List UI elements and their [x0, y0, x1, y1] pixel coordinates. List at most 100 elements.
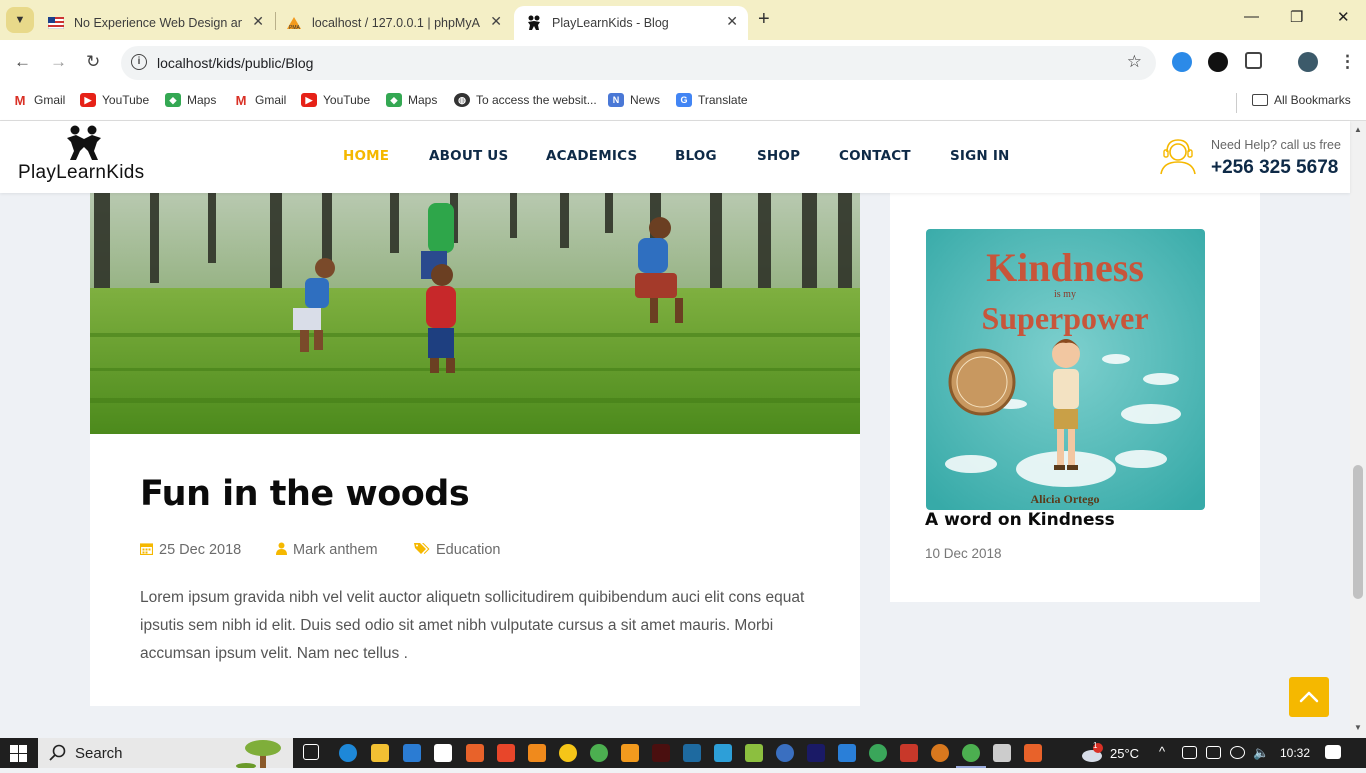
nav-blog[interactable]: BLOG: [675, 148, 717, 164]
app-red-icon[interactable]: [900, 744, 918, 762]
illustrator-icon[interactable]: [652, 744, 670, 762]
page-scrollbar[interactable]: ▲ ▼: [1350, 121, 1366, 738]
scroll-down-arrow-icon[interactable]: ▼: [1354, 723, 1362, 732]
site-info-icon[interactable]: i: [131, 54, 147, 70]
nav-contact[interactable]: CONTACT: [839, 148, 911, 164]
new-tab-button[interactable]: +: [758, 8, 770, 31]
bookmark-gmail[interactable]: M Gmail: [12, 92, 66, 108]
taskbar-search-label: Search: [75, 745, 123, 762]
meet-icon[interactable]: [1230, 746, 1245, 759]
nav-home[interactable]: HOME: [343, 148, 389, 164]
all-bookmarks-button[interactable]: All Bookmarks: [1252, 93, 1351, 107]
tab-search-chevron-icon[interactable]: ▼: [6, 7, 34, 33]
brave-browser-icon[interactable]: [497, 744, 515, 762]
app-mic-icon[interactable]: [993, 744, 1011, 762]
extension-blue-icon[interactable]: [1172, 52, 1192, 72]
restore-button[interactable]: ❐: [1290, 8, 1303, 26]
tags-icon: [414, 542, 430, 558]
minimize-button[interactable]: —: [1244, 8, 1259, 25]
tab-label: No Experience Web Design and: [74, 16, 242, 30]
bookmark-maps[interactable]: ◆ Maps: [165, 93, 216, 107]
bookmark-youtube-2[interactable]: ▶ YouTube: [301, 93, 370, 107]
mail-icon[interactable]: [434, 744, 452, 762]
profile-avatar-icon[interactable]: [1298, 52, 1318, 72]
audition-icon[interactable]: [807, 744, 825, 762]
scroll-to-top-button[interactable]: [1289, 677, 1329, 717]
app-green-icon[interactable]: [745, 744, 763, 762]
post-hero-image[interactable]: [90, 193, 860, 434]
weather-temp[interactable]: 25°C: [1110, 746, 1139, 761]
address-bar[interactable]: i localhost/kids/public/Blog ☆: [121, 46, 1156, 80]
post-title[interactable]: Fun in the woods: [140, 474, 470, 514]
app-globe-icon[interactable]: [776, 744, 794, 762]
nav-shop[interactable]: SHOP: [757, 148, 800, 164]
search-icon: [49, 744, 66, 765]
blog-post-card: Fun in the woods 25 Dec 2018 Mark anthem…: [90, 193, 860, 706]
bookmark-website[interactable]: ◍ To access the websit...: [454, 93, 597, 107]
logo-text[interactable]: PlayLearnKids: [18, 162, 144, 184]
bookmark-gmail-2[interactable]: M Gmail: [233, 93, 287, 108]
bookmark-translate[interactable]: G Translate: [676, 93, 748, 107]
weather-cloud-icon[interactable]: [1080, 743, 1104, 768]
windows-start-icon[interactable]: [10, 745, 27, 767]
back-arrow-icon[interactable]: ←: [14, 52, 31, 72]
scrollbar-thumb[interactable]: [1353, 465, 1363, 599]
close-icon[interactable]: ✕: [490, 13, 502, 30]
sublime-icon[interactable]: [466, 744, 484, 762]
network-icon[interactable]: [1206, 746, 1221, 759]
close-icon[interactable]: ✕: [252, 13, 264, 30]
tab-web-design[interactable]: No Experience Web Design and ✕: [36, 6, 274, 40]
gmail-icon: M: [14, 92, 26, 108]
site-header: PlayLearnKids HOME ABOUT US ACADEMICS BL…: [0, 121, 1350, 193]
svg-text:PMA: PMA: [289, 25, 301, 30]
search-app-icon[interactable]: [621, 744, 639, 762]
post-category[interactable]: Education: [414, 542, 501, 558]
app-leaf-icon[interactable]: [869, 744, 887, 762]
post-author[interactable]: Mark anthem: [276, 542, 378, 558]
tab-favicon-kids-icon: [526, 15, 542, 31]
scroll-up-arrow-icon[interactable]: ▲: [1354, 125, 1362, 134]
nav-sign-in[interactable]: SIGN IN: [950, 148, 1010, 164]
weather-badge: 1: [1093, 741, 1098, 750]
extension-dark-icon[interactable]: [1208, 52, 1228, 72]
clock-time[interactable]: 10:32: [1280, 746, 1310, 760]
tray-chevron-up-icon[interactable]: ^: [1159, 744, 1165, 759]
browser-menu-icon[interactable]: ⋮: [1339, 52, 1356, 72]
nav-about-us[interactable]: ABOUT US: [429, 148, 508, 164]
window-close-button[interactable]: ✕: [1337, 8, 1350, 26]
app-orange-icon[interactable]: [931, 744, 949, 762]
nav-academics[interactable]: ACADEMICS: [546, 148, 637, 164]
app-blue-icon[interactable]: [683, 744, 701, 762]
taskbar-search-box[interactable]: Search: [38, 738, 293, 769]
app-cyan-icon[interactable]: [714, 744, 732, 762]
notifications-icon[interactable]: [1325, 745, 1341, 759]
vscode-icon[interactable]: [838, 744, 856, 762]
microsoft-store-icon[interactable]: [403, 744, 421, 762]
recent-post-title[interactable]: A word on Kindness: [925, 510, 1115, 530]
app-yellow-icon[interactable]: [559, 744, 577, 762]
tab-playlearnkids-blog[interactable]: PlayLearnKids - Blog ✕: [514, 6, 748, 40]
bookmark-news[interactable]: N News: [608, 93, 660, 107]
forward-arrow-icon[interactable]: →: [50, 52, 67, 72]
help-label: Need Help? call us free: [1211, 138, 1341, 152]
vlc-icon[interactable]: [528, 744, 546, 762]
edge-browser-icon[interactable]: [339, 744, 357, 762]
bookmark-youtube[interactable]: ▶ YouTube: [80, 93, 149, 107]
reload-icon[interactable]: ↻: [86, 52, 100, 72]
kids-logo-icon[interactable]: [64, 125, 104, 161]
tab-phpmyadmin[interactable]: PMA localhost / 127.0.0.1 | phpMyAd ✕: [274, 6, 512, 40]
chrome-active-icon[interactable]: [962, 744, 980, 762]
volume-icon[interactable]: 🔈: [1253, 745, 1269, 761]
battery-icon[interactable]: [1182, 746, 1197, 759]
close-icon[interactable]: ✕: [726, 13, 738, 30]
bookmark-star-icon[interactable]: ☆: [1127, 52, 1142, 72]
task-view-icon[interactable]: [303, 744, 319, 760]
bookmark-maps-2[interactable]: ◆ Maps: [386, 93, 437, 107]
help-phone-number[interactable]: +256 325 5678: [1211, 157, 1338, 179]
url-text[interactable]: localhost/kids/public/Blog: [157, 55, 313, 71]
extensions-puzzle-icon[interactable]: [1245, 52, 1262, 69]
book-cover-image[interactable]: Kindness is my Superpower Alicia Ortego: [926, 229, 1205, 510]
file-explorer-icon[interactable]: [371, 744, 389, 762]
chrome-icon[interactable]: [590, 744, 608, 762]
xampp-icon[interactable]: [1024, 744, 1042, 762]
